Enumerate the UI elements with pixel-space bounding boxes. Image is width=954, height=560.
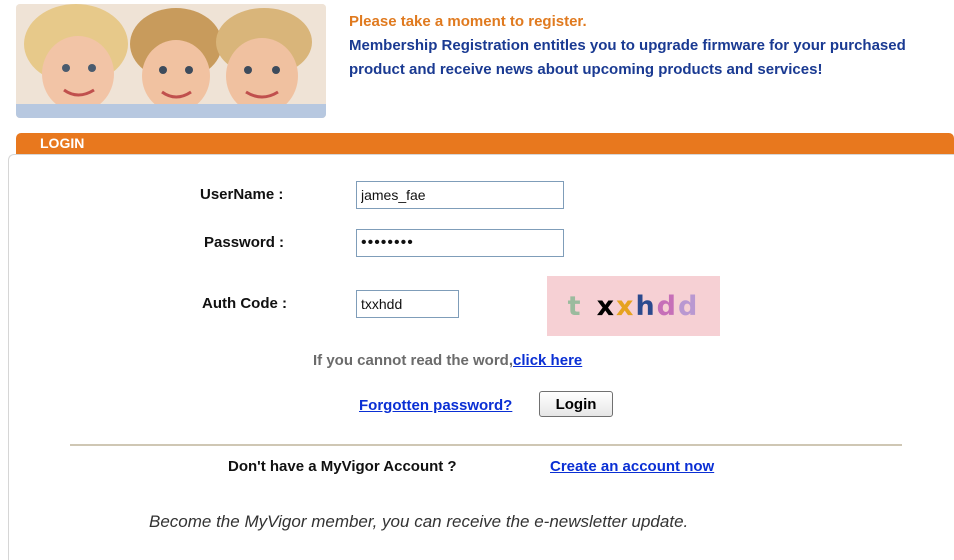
username-input[interactable] <box>356 181 564 209</box>
banner-image <box>16 4 326 118</box>
authcode-label: Auth Code : <box>202 295 287 312</box>
captcha-hint: If you cannot read the word,click here <box>313 352 582 369</box>
password-label: Password : <box>204 234 285 251</box>
captcha-char: x <box>616 290 636 322</box>
captcha-refresh-link[interactable]: click here <box>513 352 582 369</box>
captcha-image: t x x h d d <box>547 276 720 336</box>
no-account-prompt: Don't have a MyVigor Account ? <box>228 458 457 475</box>
promo-headline: Please take a moment to register. <box>349 13 587 30</box>
captcha-hint-text: If you cannot read the word, <box>313 352 514 369</box>
captcha-char: h <box>635 290 657 322</box>
promo-description: Membership Registration entitles you to … <box>349 37 906 78</box>
password-input[interactable] <box>356 229 564 257</box>
forgot-password-link[interactable]: Forgotten password? <box>359 397 512 414</box>
authcode-input[interactable] <box>356 290 459 318</box>
section-title: LOGIN <box>40 135 85 151</box>
login-button[interactable]: Login <box>539 391 613 417</box>
divider <box>70 444 902 446</box>
create-account-link[interactable]: Create an account now <box>550 458 714 475</box>
login-section-header: LOGIN <box>16 133 954 154</box>
username-label: UserName : <box>200 186 284 203</box>
captcha-char: t <box>567 290 583 322</box>
captcha-char: d <box>656 290 678 322</box>
promo-text: Please take a moment to register. Member… <box>349 10 949 82</box>
captcha-char: x <box>596 290 617 322</box>
newsletter-note: Become the MyVigor member, you can recei… <box>149 512 689 531</box>
captcha-char: d <box>678 290 700 322</box>
